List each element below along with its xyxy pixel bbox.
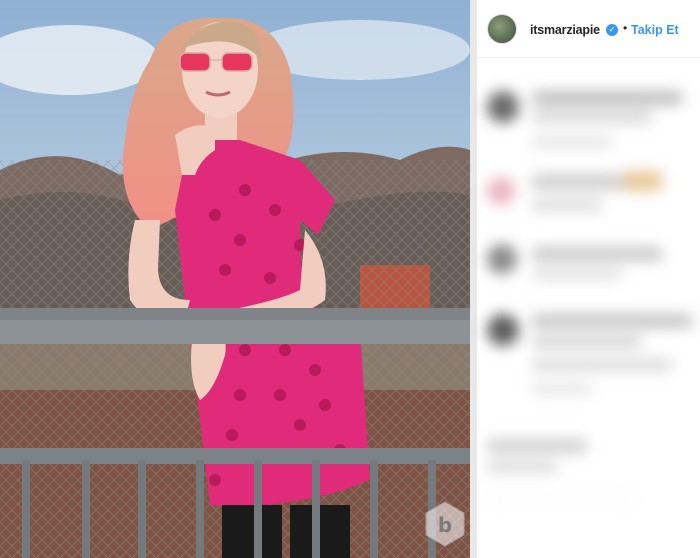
username-link[interactable]: itsmarziapie — [530, 23, 600, 37]
blurred-comments — [477, 59, 700, 558]
watermark-logo: b — [425, 501, 465, 547]
panel-divider — [470, 0, 477, 558]
post-header: itsmarziapie ✓ • Takip Et — [477, 0, 700, 58]
separator-dot: • — [623, 21, 628, 35]
verified-badge-icon: ✓ — [606, 24, 618, 36]
svg-text:b: b — [438, 513, 452, 537]
avatar[interactable] — [487, 14, 517, 44]
post-sidebar: itsmarziapie ✓ • Takip Et — [477, 0, 700, 558]
follow-button[interactable]: Takip Et — [631, 23, 679, 37]
photo-scene — [0, 0, 470, 558]
post-photo: b — [0, 0, 470, 558]
